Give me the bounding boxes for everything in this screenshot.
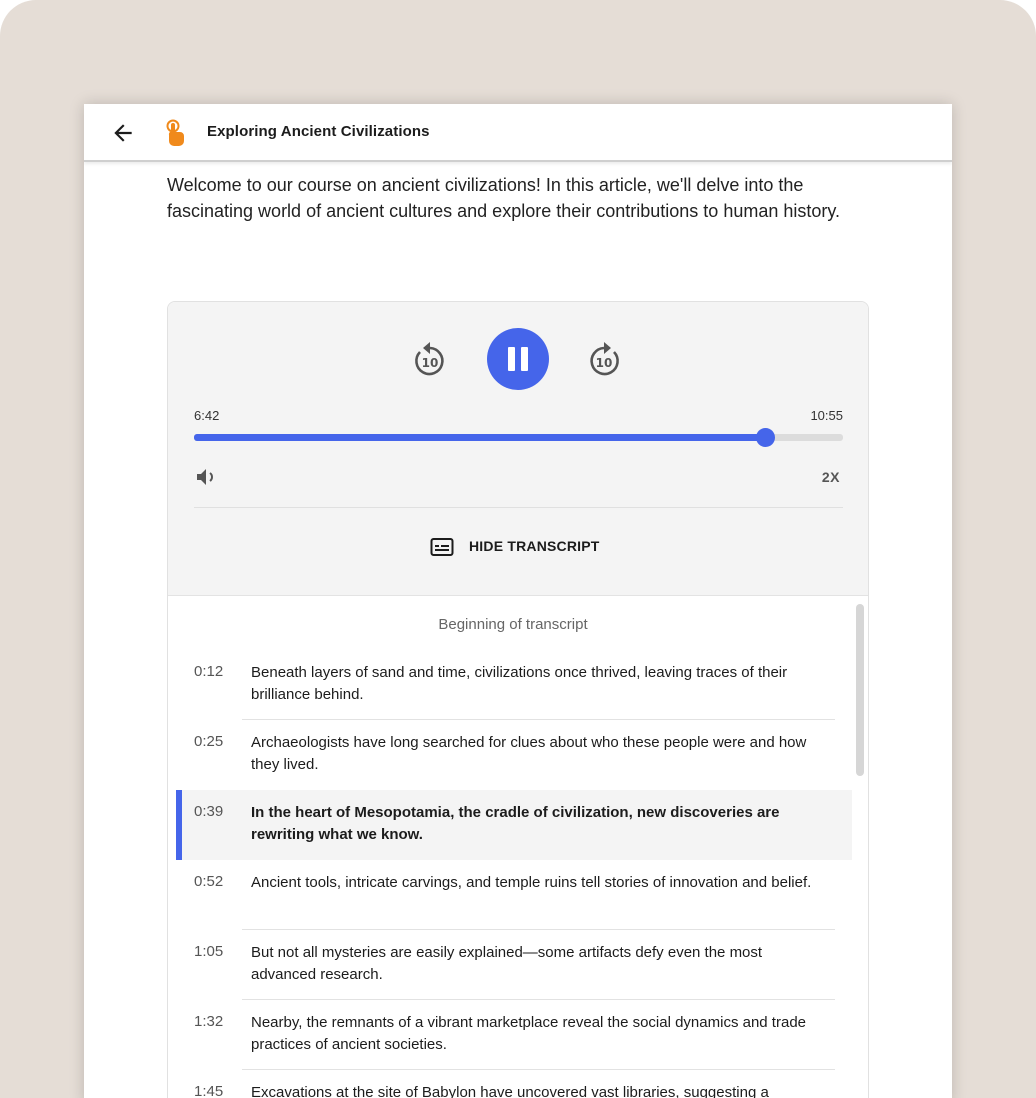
- top-app-bar: Exploring Ancient Civilizations: [84, 104, 952, 162]
- transcript-text: In the heart of Mesopotamia, the cradle …: [251, 804, 780, 843]
- transcript-entry[interactable]: 0:25 Archaeologists have long searched fo…: [176, 720, 852, 790]
- transcript-timestamp: 1:45: [194, 1083, 224, 1098]
- transcript-entry[interactable]: 0:52 Ancient tools, intricate carvings, a…: [176, 860, 852, 930]
- progress-handle[interactable]: [756, 428, 776, 447]
- transcript-timestamp: 0:25: [194, 733, 224, 750]
- transcript-timestamp: 1:05: [194, 943, 224, 960]
- transcript-timestamp: 0:12: [194, 663, 224, 680]
- page-title: Exploring Ancient Civilizations: [207, 123, 430, 140]
- volume-button[interactable]: [195, 466, 219, 488]
- transcript-text: Beneath layers of sand and time, civiliz…: [251, 664, 788, 703]
- playback-speed-button[interactable]: 2X: [822, 469, 840, 485]
- transcript-scrollbar[interactable]: [856, 604, 864, 776]
- transcript-entry[interactable]: 0:12 Beneath layers of sand and time, civ…: [176, 650, 852, 720]
- svg-text:10: 10: [422, 356, 439, 370]
- tap-hand-icon: [164, 119, 186, 147]
- rewind-10-button[interactable]: 10: [411, 338, 449, 378]
- article-intro: Welcome to our course on ancient civiliz…: [167, 175, 841, 221]
- forward-10-button[interactable]: 10: [585, 338, 623, 378]
- hide-transcript-label: HIDE TRANSCRIPT: [469, 538, 600, 554]
- total-time: 10:55: [810, 408, 843, 423]
- player-controls: 10 10 6:42 10:55 2X HIDE TRANSCRIPT: [168, 302, 868, 596]
- transcript-text: Archaeologists have long searched for cl…: [251, 734, 807, 773]
- hide-transcript-button[interactable]: HIDE TRANSCRIPT: [430, 535, 610, 559]
- replay-10-icon: 10: [415, 342, 444, 376]
- back-button[interactable]: [110, 120, 136, 146]
- transcript-panel: Beginning of transcript 0:12 Beneath laye…: [168, 597, 868, 1098]
- device-frame: Exploring Ancient Civilizations Welcome …: [0, 0, 1036, 1098]
- transcript-timestamp: 0:52: [194, 873, 224, 890]
- transcript-text: Ancient tools, intricate carvings, and t…: [251, 874, 812, 891]
- transcript-entry[interactable]: 1:05 But not all mysteries are easily exp…: [176, 930, 852, 1000]
- progress-slider[interactable]: [194, 428, 843, 447]
- svg-text:10: 10: [596, 356, 613, 370]
- app-screen: Exploring Ancient Civilizations Welcome …: [84, 104, 952, 1098]
- transcript-timestamp: 1:32: [194, 1013, 224, 1030]
- subtitles-icon: [430, 538, 454, 556]
- transcript-entry[interactable]: 1:45 Excavations at the site of Babylon h…: [176, 1070, 852, 1098]
- active-entry-indicator: [176, 790, 182, 860]
- transcript-entry[interactable]: 1:32 Nearby, the remnants of a vibrant ma…: [176, 1000, 852, 1070]
- transcript-text: Nearby, the remnants of a vibrant market…: [251, 1014, 806, 1053]
- pause-button[interactable]: [487, 328, 549, 390]
- transcript-entry[interactable]: 0:39 In the heart of Mesopotamia, the cra…: [176, 790, 852, 860]
- transcript-text: But not all mysteries are easily explain…: [251, 944, 763, 983]
- forward-10-icon: 10: [590, 342, 619, 376]
- transcript-timestamp: 0:39: [194, 803, 224, 820]
- arrow-left-icon: [114, 124, 132, 142]
- current-time: 6:42: [194, 408, 220, 423]
- transcript-start-label: Beginning of transcript: [438, 616, 588, 633]
- progress-fill: [194, 434, 766, 441]
- controls-divider: [194, 507, 843, 508]
- transcript-text: Excavations at the site of Babylon have …: [251, 1084, 769, 1098]
- volume-icon: [197, 469, 213, 485]
- audio-player: 10 10 6:42 10:55 2X HIDE TRANSCRIPT Begi…: [167, 301, 869, 1098]
